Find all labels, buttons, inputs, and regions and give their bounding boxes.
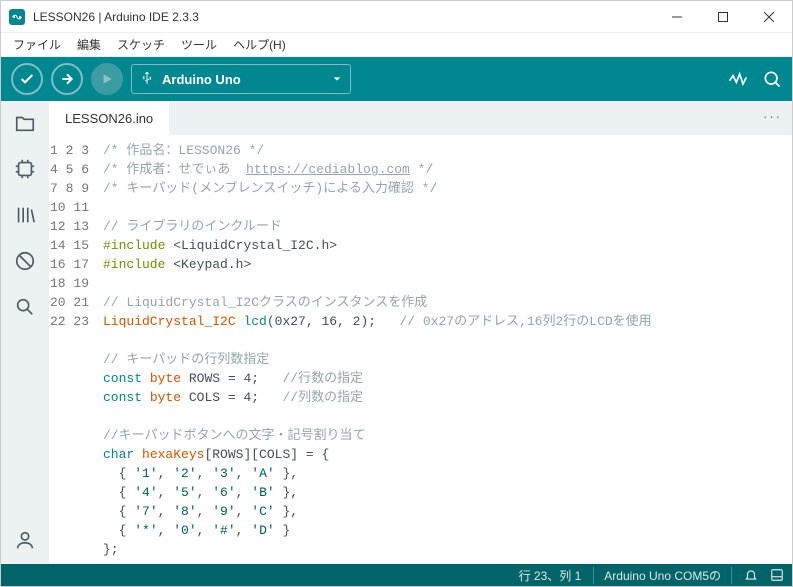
board-name: Arduino Uno xyxy=(162,72,324,87)
code-content[interactable]: /* 作品名：LESSON26 */ /* 作成者：せでぃあ https://c… xyxy=(103,135,792,564)
menu-tools[interactable]: ツール xyxy=(173,34,225,55)
upload-button[interactable] xyxy=(51,63,83,95)
sketchbook-button[interactable] xyxy=(11,109,39,137)
tab-overflow-button[interactable]: ··· xyxy=(763,109,782,124)
search-button[interactable] xyxy=(11,293,39,321)
tab-label: LESSON26.ino xyxy=(65,111,153,126)
menu-help[interactable]: ヘルプ(H) xyxy=(225,34,294,55)
close-panel-icon[interactable] xyxy=(770,568,784,582)
verify-button[interactable] xyxy=(11,63,43,95)
code-editor[interactable]: 1 2 3 4 5 6 7 8 9 10 11 12 13 14 15 16 1… xyxy=(49,135,792,564)
account-button[interactable] xyxy=(11,526,39,554)
status-bar: 行 23、列 1 Arduino Uno COM5の xyxy=(1,564,792,586)
menu-sketch[interactable]: スケッチ xyxy=(109,34,173,55)
app-icon xyxy=(9,9,25,25)
notifications-icon[interactable] xyxy=(744,568,758,582)
cursor-position[interactable]: 行 23、列 1 xyxy=(519,567,582,584)
toolbar: Arduino Uno xyxy=(1,57,792,101)
tab-active[interactable]: LESSON26.ino xyxy=(49,101,170,135)
line-gutter: 1 2 3 4 5 6 7 8 9 10 11 12 13 14 15 16 1… xyxy=(49,135,103,564)
usb-icon xyxy=(140,71,154,88)
minimize-button[interactable] xyxy=(654,1,700,33)
window-title: LESSON26 | Arduino IDE 2.3.3 xyxy=(33,10,654,24)
debug-button[interactable] xyxy=(91,63,123,95)
chevron-down-icon xyxy=(332,72,342,87)
port-info[interactable]: Arduino Uno COM5の xyxy=(593,567,732,584)
tab-bar: LESSON26.ino ··· xyxy=(49,101,792,135)
close-button[interactable] xyxy=(746,1,792,33)
menubar: ファイル 編集 スケッチ ツール ヘルプ(H) xyxy=(1,33,792,57)
debug-panel-button[interactable] xyxy=(11,247,39,275)
board-selector[interactable]: Arduino Uno xyxy=(131,64,351,94)
serial-plotter-button[interactable] xyxy=(728,69,748,89)
library-manager-button[interactable] xyxy=(11,201,39,229)
menu-edit[interactable]: 編集 xyxy=(69,34,109,55)
serial-monitor-button[interactable] xyxy=(762,69,782,89)
menu-file[interactable]: ファイル xyxy=(5,34,69,55)
boards-manager-button[interactable] xyxy=(11,155,39,183)
activity-bar xyxy=(1,101,49,564)
maximize-button[interactable] xyxy=(700,1,746,33)
